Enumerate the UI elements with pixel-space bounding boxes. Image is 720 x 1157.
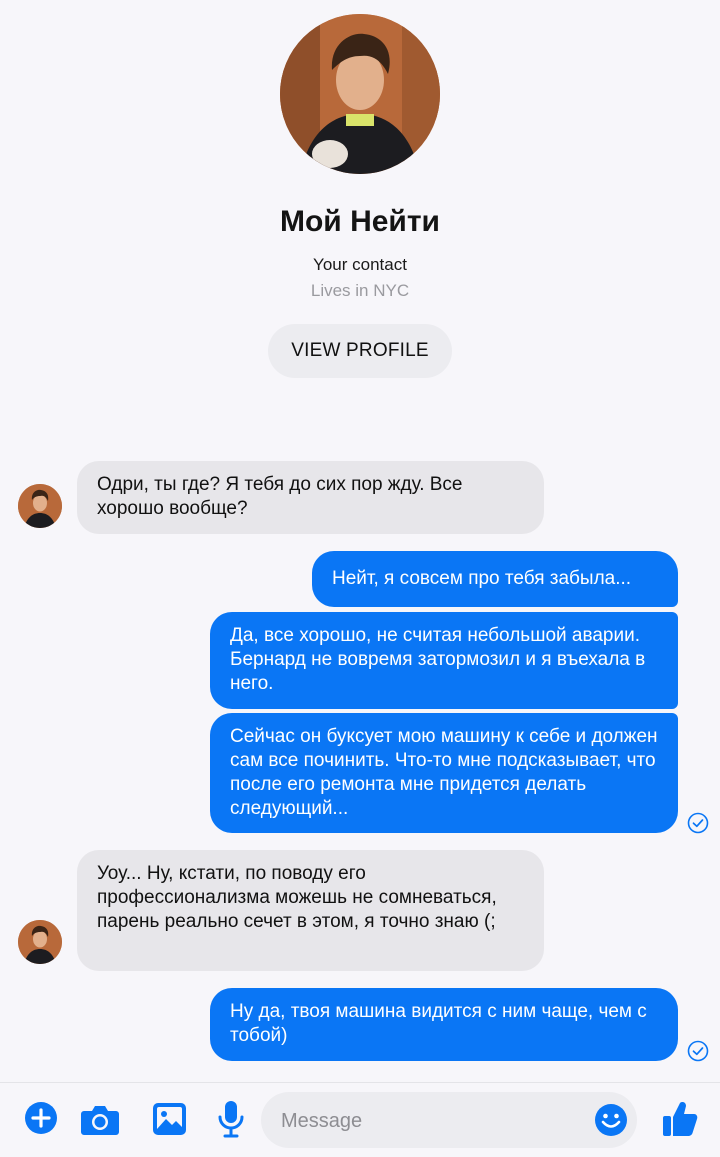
sender-avatar[interactable] [18, 484, 62, 528]
message-input[interactable] [279, 1092, 583, 1150]
contact-avatar[interactable] [280, 14, 440, 174]
message-bubble-outgoing[interactable]: Нейт, я совсем про тебя забыла... [312, 551, 678, 607]
message-field[interactable] [261, 1092, 637, 1150]
contact-photo [280, 14, 440, 174]
contact-location: Lives in NYC [310, 281, 410, 300]
check-circle-icon [687, 1040, 709, 1062]
image-icon[interactable] [152, 1102, 187, 1136]
contact-name: Мой Нейти [279, 205, 441, 238]
microphone-icon[interactable] [218, 1100, 244, 1138]
view-profile-button[interactable]: VIEW PROFILE [268, 324, 452, 378]
message-bubble-outgoing[interactable]: Сейчас он буксует мою машину к себе и до… [210, 713, 678, 833]
message-bubble-incoming[interactable]: Одри, ты где? Я тебя до сих пор жду. Все… [77, 461, 544, 534]
message-bubble-incoming[interactable]: Уоу... Ну, кстати, по поводу его професс… [77, 850, 544, 971]
smiley-icon[interactable] [594, 1103, 628, 1137]
sender-avatar[interactable] [18, 920, 62, 964]
plus-circle-icon[interactable] [24, 1101, 58, 1135]
message-bubble-outgoing[interactable]: Да, все хорошо, не считая небольшой авар… [210, 612, 678, 709]
check-circle-icon [687, 812, 709, 834]
thumbs-up-icon[interactable] [662, 1100, 698, 1138]
message-bubble-outgoing[interactable]: Ну да, твоя машина видится с ним чаще, ч… [210, 988, 678, 1061]
sender-photo [18, 920, 62, 964]
contact-relation: Your contact [313, 255, 407, 274]
camera-icon[interactable] [80, 1102, 120, 1136]
sender-photo [18, 484, 62, 528]
